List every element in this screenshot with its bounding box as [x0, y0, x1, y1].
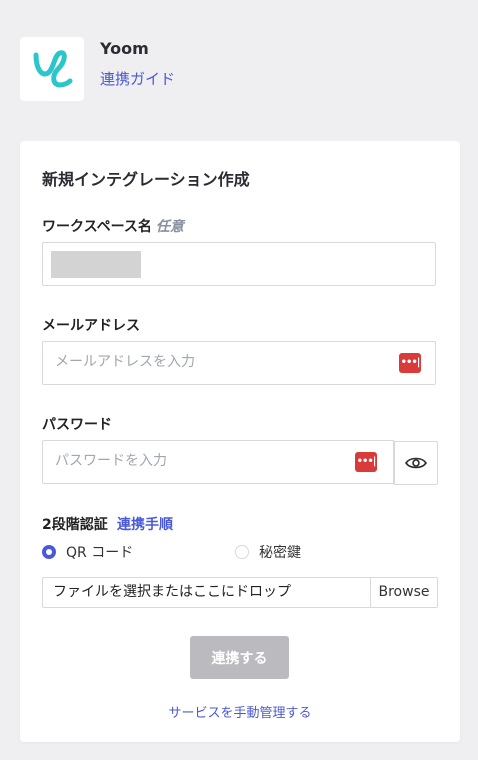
- eye-icon: [405, 457, 427, 469]
- password-label: パスワード: [42, 417, 112, 433]
- workspace-label-text: ワークスペース名: [42, 219, 152, 235]
- password-manager-icon[interactable]: •••|: [399, 353, 421, 373]
- password-manager-icon[interactable]: •••|: [355, 452, 377, 472]
- manage-manually-link[interactable]: サービスを手動管理する: [20, 702, 460, 721]
- optional-tag: 任意: [155, 219, 184, 235]
- workspace-field[interactable]: [42, 242, 436, 286]
- app-header: Yoom 連携ガイド: [20, 37, 175, 101]
- email-field-wrapper: •••|: [42, 341, 436, 385]
- integration-form-card: 新規インテグレーション作成 ワークスペース名任意 メールアドレス •••| パス…: [20, 141, 460, 742]
- email-input[interactable]: [55, 354, 375, 370]
- two-factor-label: 2段階認証: [42, 517, 108, 533]
- app-name: Yoom: [100, 39, 149, 58]
- radio-unselected-indicator: [235, 545, 249, 559]
- password-input[interactable]: [55, 453, 345, 469]
- email-label: メールアドレス: [42, 318, 140, 334]
- radio-secret-key-label: 秘密鍵: [259, 545, 301, 561]
- browse-button[interactable]: Browse: [370, 578, 437, 607]
- yoom-logo-icon: [33, 50, 73, 88]
- integration-guide-link[interactable]: 連携ガイド: [100, 68, 175, 89]
- password-field-wrapper: •••|: [42, 440, 438, 485]
- app-logo: [20, 37, 84, 101]
- integration-steps-link[interactable]: 連携手順: [117, 514, 173, 534]
- show-password-button[interactable]: [394, 441, 438, 485]
- workspace-label: ワークスペース名 任意: [42, 216, 184, 236]
- form-title: 新規インテグレーション作成: [42, 170, 250, 189]
- radio-qr-code[interactable]: QR コード: [42, 542, 133, 562]
- connect-button[interactable]: 連携する: [190, 636, 289, 679]
- radio-secret-key[interactable]: 秘密鍵: [235, 542, 301, 562]
- radio-qr-code-label: QR コード: [66, 545, 134, 561]
- workspace-value-redacted: [51, 251, 141, 278]
- file-upload[interactable]: ファイルを選択またはここにドロップ Browse: [42, 577, 438, 608]
- radio-selected-indicator: [42, 545, 56, 559]
- file-drop-text[interactable]: ファイルを選択またはここにドロップ: [43, 578, 370, 607]
